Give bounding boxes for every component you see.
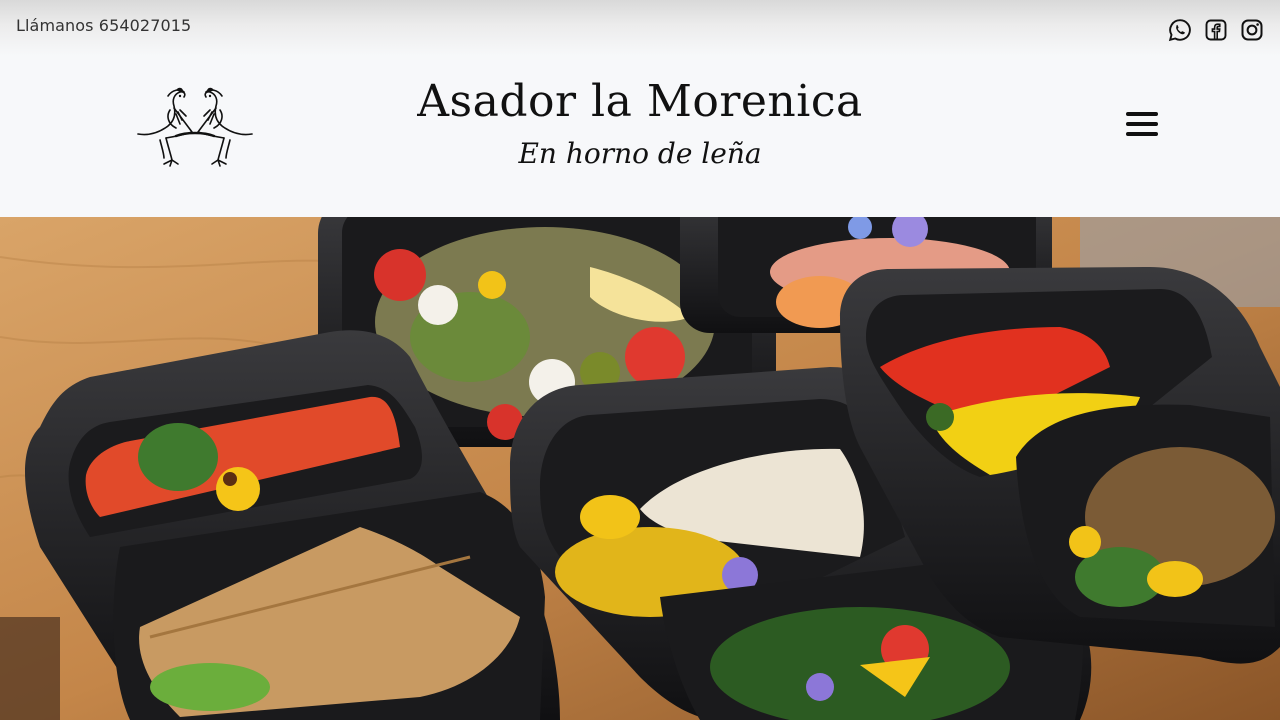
top-bar: Llámanos 654027015 — [0, 0, 1280, 56]
instagram-icon[interactable] — [1240, 18, 1264, 42]
brand: Asador la Morenica En horno de leña — [0, 76, 1280, 170]
menu-bar — [1126, 122, 1158, 126]
facebook-icon[interactable] — [1204, 18, 1228, 42]
hamburger-menu-icon[interactable] — [1126, 110, 1158, 138]
whatsapp-icon[interactable] — [1168, 18, 1192, 42]
menu-bar — [1126, 112, 1158, 116]
meal-prep-containers-photo — [0, 217, 1280, 720]
hero-image — [0, 217, 1280, 720]
menu-bar — [1126, 132, 1158, 136]
site-title[interactable]: Asador la Morenica — [0, 76, 1280, 127]
phone-link[interactable]: Llámanos 654027015 — [16, 16, 191, 35]
site-header: Asador la Morenica En horno de leña — [0, 56, 1280, 217]
social-links — [1168, 18, 1264, 42]
site-subtitle: En horno de leña — [518, 137, 762, 170]
